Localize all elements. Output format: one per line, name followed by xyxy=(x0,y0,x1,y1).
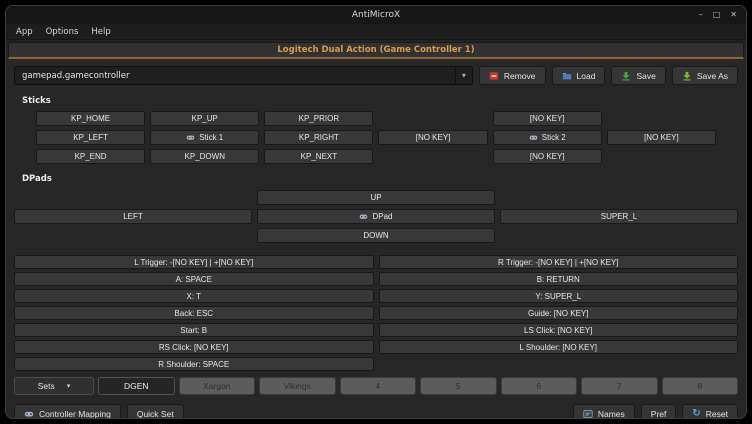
stick1-left-button[interactable]: KP_LEFT xyxy=(36,130,145,145)
set-tab-1[interactable]: DGEN xyxy=(98,377,175,395)
save-profile-button[interactable]: Save xyxy=(611,66,665,85)
r-trigger-button[interactable]: R Trigger: -[NO KEY] | +[NO KEY] xyxy=(379,255,739,269)
sets-menu-button[interactable]: Sets ▾ xyxy=(14,377,94,395)
dpad-up-button[interactable]: UP xyxy=(257,190,495,205)
load-profile-button[interactable]: Load xyxy=(552,66,606,85)
stick1-down-button[interactable]: KP_DOWN xyxy=(150,149,259,164)
save-label: Save xyxy=(636,71,655,81)
menu-app[interactable]: App xyxy=(10,26,39,38)
sets-label: Sets xyxy=(38,381,55,391)
folder-open-icon xyxy=(562,71,572,81)
button-ls-click[interactable]: LS Click: [NO KEY] xyxy=(379,323,739,337)
tab-controller[interactable]: Logitech Dual Action (Game Controller 1) xyxy=(8,42,744,59)
reset-icon: ↻ xyxy=(692,409,700,419)
joystick-icon xyxy=(186,133,195,142)
stick2-down-button[interactable]: [NO KEY] xyxy=(493,149,602,164)
sticks-grid: KP_HOME KP_UP KP_PRIOR [NO KEY] KP_LEFT … xyxy=(14,111,738,164)
button-guide[interactable]: Guide: [NO KEY] xyxy=(379,306,739,320)
controller-mapping-button[interactable]: Controller Mapping xyxy=(14,404,121,419)
stick1-label: Stick 1 xyxy=(199,133,223,142)
app-window: AntiMicroX – □ ✕ App Options Help Logite… xyxy=(5,5,747,419)
combo-dropdown-icon[interactable]: ▾ xyxy=(455,67,472,84)
profile-combobox-value: gamepad.gamecontroller xyxy=(22,71,129,81)
set-tab-8[interactable]: 8 xyxy=(662,377,739,395)
dpad-grid: UP LEFT DPad SUPER_L DOWN xyxy=(14,190,738,243)
sticks-group-label: Sticks xyxy=(22,96,738,106)
remove-icon xyxy=(489,71,499,81)
minimize-icon[interactable]: – xyxy=(699,11,703,19)
footer-bar: Controller Mapping Quick Set Names Pref … xyxy=(6,400,746,419)
save-as-icon xyxy=(682,71,692,81)
stick2-label: Stick 2 xyxy=(542,133,566,142)
button-start[interactable]: Start: B xyxy=(14,323,374,337)
titlebar: AntiMicroX – □ ✕ xyxy=(6,6,746,24)
dpads-group-label: DPads xyxy=(22,174,738,184)
stick1-up-left-button[interactable]: KP_HOME xyxy=(36,111,145,126)
stick1-up-right-button[interactable]: KP_PRIOR xyxy=(264,111,373,126)
menu-options[interactable]: Options xyxy=(40,26,85,38)
button-rs-click[interactable]: RS Click: [NO KEY] xyxy=(14,340,374,354)
save-as-profile-button[interactable]: Save As xyxy=(672,66,738,85)
l-trigger-button[interactable]: L Trigger: -[NO KEY] | +[NO KEY] xyxy=(14,255,374,269)
button-l-shoulder[interactable]: L Shoulder: [NO KEY] xyxy=(379,340,739,354)
button-a[interactable]: A: SPACE xyxy=(14,272,374,286)
quick-set-label: Quick Set xyxy=(137,409,174,419)
dpad-down-button[interactable]: DOWN xyxy=(257,228,495,243)
save-as-label: Save As xyxy=(697,71,728,81)
names-label: Names xyxy=(598,409,625,419)
controller-tab-bar: Logitech Dual Action (Game Controller 1) xyxy=(6,40,746,59)
set-tab-4[interactable]: 4 xyxy=(340,377,417,395)
reset-label: Reset xyxy=(706,409,728,419)
dpad-left-button[interactable]: LEFT xyxy=(14,209,252,224)
stick2-center-button[interactable]: Stick 2 xyxy=(493,130,602,145)
button-b[interactable]: B: RETURN xyxy=(379,272,739,286)
dropdown-icon: ▾ xyxy=(67,382,71,390)
quick-set-button[interactable]: Quick Set xyxy=(127,404,184,419)
names-toggle-button[interactable]: Names xyxy=(573,404,635,419)
set-tab-2[interactable]: Xargon xyxy=(179,377,256,395)
joystick-icon xyxy=(529,133,538,142)
profile-toolbar: gamepad.gamecontroller ▾ Remove Load Sav… xyxy=(6,59,746,90)
stick2-left-button[interactable]: [NO KEY] xyxy=(378,130,487,145)
dpad-label: DPad xyxy=(372,212,392,221)
set-tab-7[interactable]: 7 xyxy=(581,377,658,395)
controller-mapping-label: Controller Mapping xyxy=(39,409,111,419)
mapping-panel: Sticks KP_HOME KP_UP KP_PRIOR [NO KEY] K… xyxy=(6,90,746,371)
remove-profile-button[interactable]: Remove xyxy=(479,66,546,85)
menu-bar: App Options Help xyxy=(6,24,746,40)
save-icon xyxy=(621,71,631,81)
window-controls: – □ ✕ xyxy=(699,6,737,24)
stick1-right-button[interactable]: KP_RIGHT xyxy=(264,130,373,145)
stick1-center-button[interactable]: Stick 1 xyxy=(150,130,259,145)
set-tab-3[interactable]: Vikings xyxy=(259,377,336,395)
button-back[interactable]: Back: ESC xyxy=(14,306,374,320)
dpad-center-button[interactable]: DPad xyxy=(257,209,495,224)
profile-combobox[interactable]: gamepad.gamecontroller ▾ xyxy=(14,66,473,85)
gamepad-icon xyxy=(24,409,34,419)
menu-help[interactable]: Help xyxy=(85,26,116,38)
maximize-icon[interactable]: □ xyxy=(713,11,721,19)
load-label: Load xyxy=(577,71,596,81)
window-title: AntiMicroX xyxy=(352,10,400,20)
reset-button[interactable]: ↻ Reset xyxy=(682,404,738,419)
pref-button[interactable]: Pref xyxy=(641,404,677,419)
set-tab-6[interactable]: 6 xyxy=(501,377,578,395)
remove-label: Remove xyxy=(504,71,536,81)
stick2-up-button[interactable]: [NO KEY] xyxy=(493,111,602,126)
set-tab-5[interactable]: 5 xyxy=(420,377,497,395)
stick2-right-button[interactable]: [NO KEY] xyxy=(607,130,716,145)
dpad-right-button[interactable]: SUPER_L xyxy=(500,209,738,224)
stick1-up-button[interactable]: KP_UP xyxy=(150,111,259,126)
button-y[interactable]: Y: SUPER_L xyxy=(379,289,739,303)
pref-label: Pref xyxy=(651,409,667,419)
close-icon[interactable]: ✕ xyxy=(730,11,737,19)
button-r-shoulder[interactable]: R Shoulder: SPACE xyxy=(14,357,374,371)
buttons-grid: L Trigger: -[NO KEY] | +[NO KEY] R Trigg… xyxy=(14,255,738,371)
sets-row: Sets ▾ DGEN Xargon Vikings 4 5 6 7 8 xyxy=(6,371,746,400)
dpad-icon xyxy=(359,212,368,221)
names-icon xyxy=(583,409,593,419)
stick1-down-left-button[interactable]: KP_END xyxy=(36,149,145,164)
stick1-down-right-button[interactable]: KP_NEXT xyxy=(264,149,373,164)
button-x[interactable]: X: T xyxy=(14,289,374,303)
